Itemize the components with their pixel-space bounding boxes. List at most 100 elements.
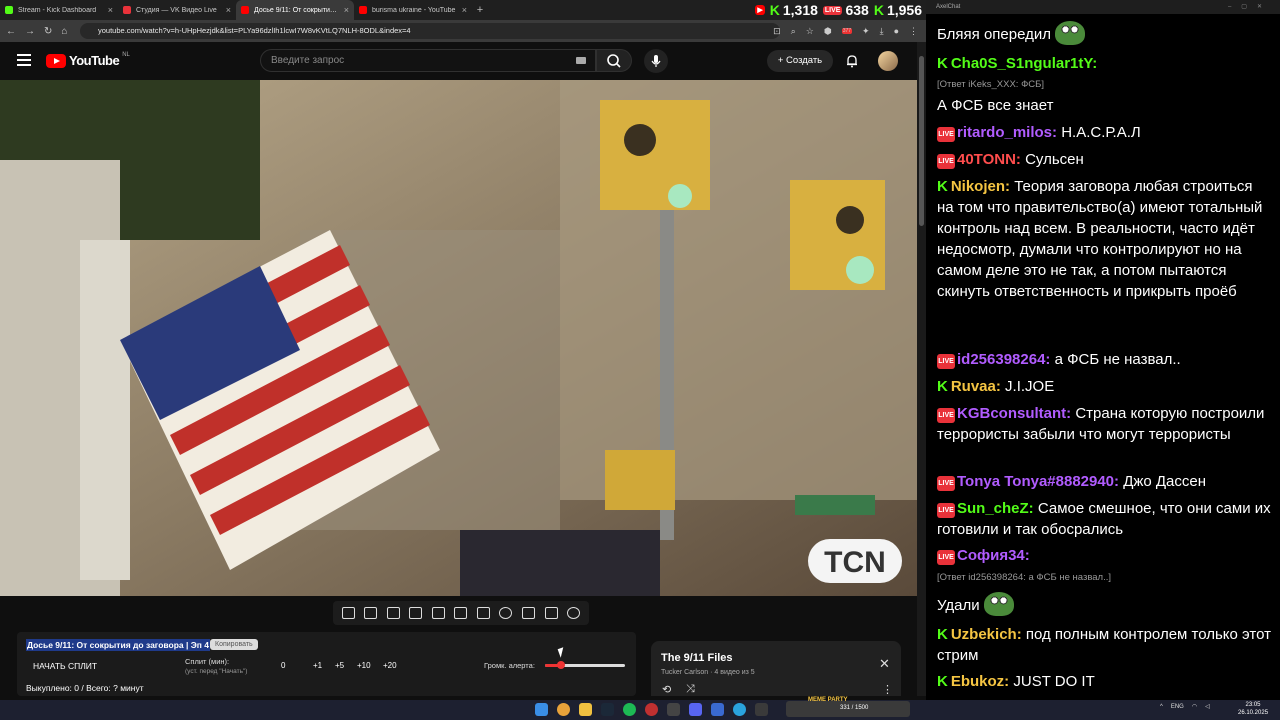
settings-gear-icon[interactable]	[567, 607, 581, 619]
chat-username[interactable]: Tonya Tonya#8882940:	[957, 473, 1119, 490]
split-plus-5-button[interactable]: +5	[335, 661, 344, 670]
new-tab-button[interactable]: +	[472, 4, 488, 16]
voice-search-button[interactable]	[644, 49, 668, 73]
add-icon[interactable]	[522, 607, 536, 619]
volume-icon[interactable]: ◁	[1205, 703, 1210, 710]
tab-favicon-icon	[241, 6, 249, 14]
loop-playlist-icon[interactable]: ⟲	[662, 683, 671, 696]
clapper-icon[interactable]	[431, 607, 445, 619]
chat-username[interactable]: Sun_cheZ:	[957, 500, 1034, 517]
bookmark-star-icon[interactable]: ☆	[806, 26, 814, 37]
kick-icon: K	[937, 378, 948, 395]
file-explorer-icon[interactable]	[579, 703, 592, 716]
install-icon[interactable]: ⊡	[773, 26, 781, 37]
app-icon[interactable]	[645, 703, 658, 716]
tcn-logo-text: TCN	[824, 546, 886, 579]
kick-icon: K	[937, 55, 948, 72]
screenshot-icon[interactable]	[544, 607, 558, 619]
search-input[interactable]: Введите запрос	[260, 49, 596, 72]
video-player[interactable]: TCN	[0, 80, 917, 596]
tray-chevron-icon[interactable]: ^	[1160, 704, 1163, 710]
split-plus-20-button[interactable]: +20	[383, 661, 397, 670]
notifications-bell-icon[interactable]	[845, 54, 859, 68]
copy-button[interactable]: Копировать	[210, 639, 258, 650]
create-button[interactable]: + Создать	[767, 50, 833, 72]
chat-username[interactable]: Cha0S_S1ngular1tY:	[951, 55, 1097, 72]
extension-icon[interactable]: ⬢	[824, 26, 832, 37]
chat-username[interactable]: София34:	[957, 547, 1030, 564]
alert-volume-knob[interactable]	[557, 661, 565, 669]
window-controls[interactable]: –▢✕	[1228, 0, 1272, 14]
tab-close-icon[interactable]: ×	[108, 5, 113, 15]
browser-tab[interactable]: Студия — VK Видео Live ×	[118, 0, 236, 20]
tab-close-icon[interactable]: ×	[344, 5, 349, 15]
stat-vk: LIVE 638	[822, 2, 869, 18]
browser-tab[interactable]: Stream - Kick Dashboard ×	[0, 0, 118, 20]
chat-username[interactable]: Uzbekich:	[951, 626, 1022, 643]
puzzle-icon[interactable]: ✦	[862, 26, 870, 37]
alert-volume-label: Громк. алерта:	[484, 661, 535, 670]
chat-message: Удали	[937, 592, 1271, 616]
profile-icon[interactable]: ●	[894, 26, 899, 36]
chat-message: LIVE 40TONN: Сульсен	[937, 149, 1271, 170]
browser-tab[interactable]: Досье 9/11: От сокрытия до за ×	[236, 0, 354, 20]
shuffle-icon[interactable]: ⤨	[686, 683, 695, 696]
chat-username[interactable]: Nikojen:	[951, 178, 1010, 195]
wifi-icon[interactable]: ◠	[1192, 703, 1197, 710]
filmstrip-icon[interactable]	[476, 607, 490, 619]
obs-icon[interactable]	[667, 703, 680, 716]
chat-text: Сульсен	[1020, 151, 1084, 168]
kick-icon: K	[937, 178, 948, 195]
spotify-icon[interactable]	[623, 703, 636, 716]
search-button[interactable]	[596, 49, 632, 72]
taskbar	[0, 700, 1280, 720]
telegram-icon[interactable]	[733, 703, 746, 716]
back-icon[interactable]: ←	[6, 26, 16, 37]
split-plus-1-button[interactable]: +1	[313, 661, 322, 670]
chat-username[interactable]: KGBconsultant:	[957, 405, 1071, 422]
tab-close-icon[interactable]: ×	[462, 5, 467, 15]
kick-viewers: 1,318	[782, 2, 818, 18]
hamburger-menu-icon[interactable]	[17, 54, 31, 66]
cast-icon[interactable]	[409, 607, 423, 619]
windows-start-icon[interactable]	[535, 703, 548, 716]
keyboard-icon[interactable]	[576, 57, 586, 64]
browser-menu-icon[interactable]: ⋮	[909, 26, 918, 37]
pip-icon[interactable]	[454, 607, 468, 619]
loop-icon[interactable]	[341, 607, 355, 619]
chat-username[interactable]: 40TONN:	[957, 151, 1021, 168]
tab-favicon-icon	[123, 6, 131, 14]
clock[interactable]: 23:05 26.10.2025	[1238, 701, 1268, 717]
app-icon-2[interactable]	[755, 703, 768, 716]
discord-icon[interactable]	[689, 703, 702, 716]
chrome-icon[interactable]	[557, 703, 570, 716]
media-player-icon[interactable]	[711, 703, 724, 716]
chat-username[interactable]: ritardo_milos:	[957, 124, 1057, 141]
more-options-icon[interactable]: ⋮	[882, 683, 893, 696]
tab-close-icon[interactable]: ×	[226, 5, 231, 15]
chat-username[interactable]: id256398264:	[957, 351, 1050, 368]
chat-username[interactable]: Ebukoz:	[951, 673, 1009, 690]
download-icon[interactable]: ⤓	[880, 26, 884, 37]
steam-icon[interactable]	[601, 703, 614, 716]
start-split-button[interactable]: НАЧАТЬ СПЛИТ	[33, 661, 97, 671]
reload-icon[interactable]: ↻	[44, 26, 52, 37]
close-icon[interactable]: ✕	[879, 656, 890, 672]
forward-icon[interactable]: →	[25, 26, 35, 37]
browser-tab[interactable]: burisma ukraine - YouTube ×	[354, 0, 472, 20]
youtube-logo[interactable]: YouTube NL	[46, 52, 130, 68]
playlist-title[interactable]: The 9/11 Files	[661, 652, 733, 664]
home-icon[interactable]: ⌂	[61, 26, 67, 37]
scrollbar-thumb[interactable]	[919, 56, 924, 226]
sort-icon[interactable]	[364, 607, 378, 619]
split-plus-10-button[interactable]: +10	[357, 661, 371, 670]
speed-icon[interactable]	[499, 607, 513, 619]
panel-footer: Выкуплено: 0 / Всего: ? минут	[26, 683, 144, 693]
account-avatar[interactable]	[878, 51, 898, 71]
chat-username[interactable]: Ruvaa:	[951, 378, 1001, 395]
url-field[interactable]: youtube.com/watch?v=h-UHpHezjdk&list=PLY…	[80, 23, 780, 39]
chat-message: А ФСБ все знает	[937, 95, 1271, 116]
audio-icon[interactable]	[386, 607, 400, 619]
language-indicator[interactable]: ENG	[1171, 704, 1184, 710]
zoom-icon[interactable]: ⌕	[791, 26, 796, 37]
